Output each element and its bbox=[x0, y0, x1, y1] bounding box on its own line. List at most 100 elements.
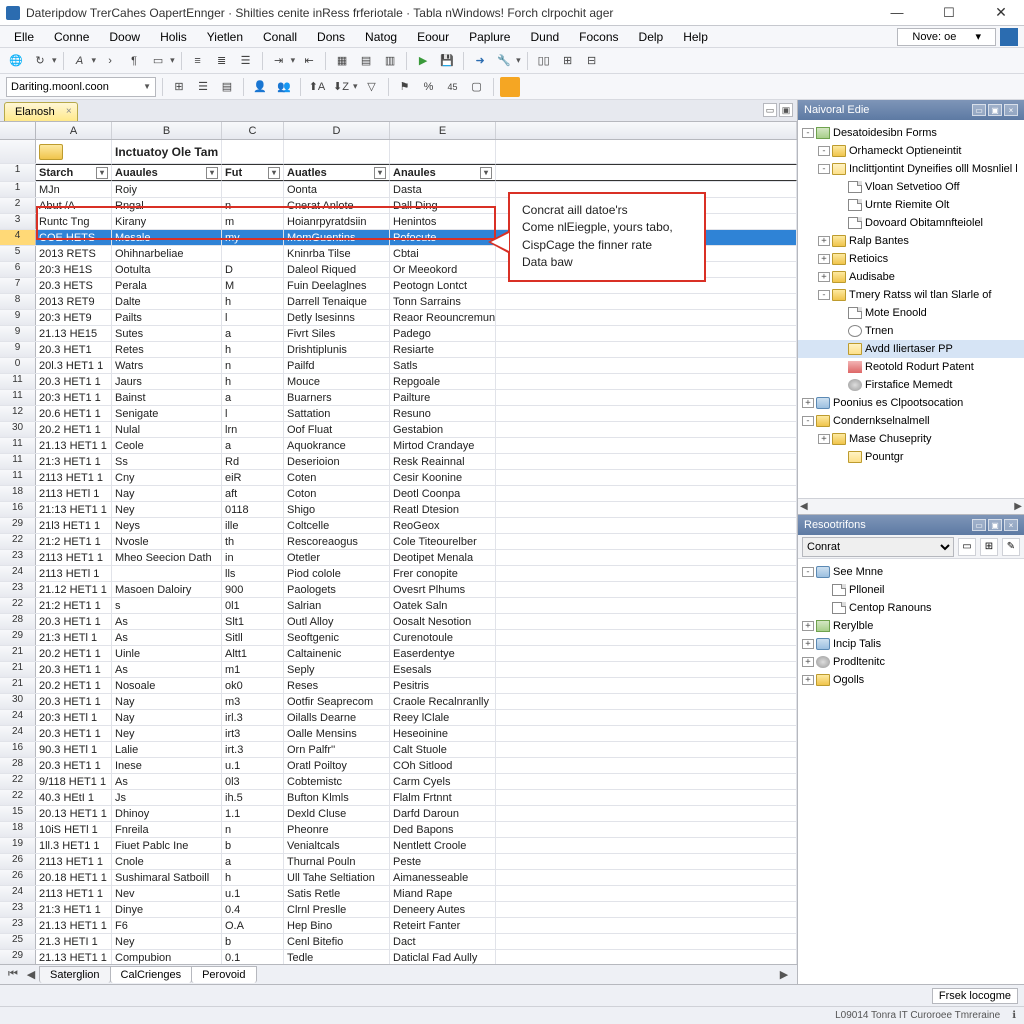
align-left-icon[interactable]: ≡ bbox=[188, 51, 208, 71]
cell[interactable]: Piod colole bbox=[284, 566, 390, 581]
cell[interactable]: irt.3 bbox=[222, 742, 284, 757]
cell[interactable]: Mirtod Crandaye bbox=[390, 438, 496, 453]
tree-expander-icon[interactable]: - bbox=[802, 416, 814, 426]
cell[interactable]: Mesale bbox=[112, 230, 222, 245]
cell[interactable]: Pailture bbox=[390, 390, 496, 405]
cell[interactable]: Pheonre bbox=[284, 822, 390, 837]
cell[interactable]: 20.3 HET1 bbox=[36, 342, 112, 357]
cell[interactable]: Nvosle bbox=[112, 534, 222, 549]
menu-item[interactable]: Help bbox=[675, 28, 716, 46]
cell[interactable]: Aquokrance bbox=[284, 438, 390, 453]
row-header[interactable]: 16 bbox=[0, 742, 36, 757]
cell[interactable]: Reaor Reouncremunt bbox=[390, 310, 496, 325]
cell[interactable]: 2113 HET1 1 bbox=[36, 854, 112, 869]
cell[interactable]: Tonn Sarrains bbox=[390, 294, 496, 309]
cell[interactable]: As bbox=[112, 630, 222, 645]
row-header[interactable]: 9 bbox=[0, 342, 36, 357]
cell[interactable]: Cole Titeourelber bbox=[390, 534, 496, 549]
grid2-icon[interactable]: ▥ bbox=[380, 51, 400, 71]
cell[interactable]: Miand Rape bbox=[390, 886, 496, 901]
cell[interactable]: Sutes bbox=[112, 326, 222, 341]
cell[interactable]: Ney bbox=[112, 934, 222, 949]
table-column-header[interactable]: Auatles▾ bbox=[284, 164, 390, 181]
row-header[interactable]: 28 bbox=[0, 614, 36, 629]
row-header[interactable]: 29 bbox=[0, 518, 36, 533]
cell[interactable]: Rd bbox=[222, 454, 284, 469]
cell[interactable]: in bbox=[222, 550, 284, 565]
cell[interactable]: my bbox=[222, 230, 284, 245]
tree-node[interactable]: Pountgr bbox=[798, 448, 1024, 466]
tree-node[interactable]: Avdd Iliertaser PP bbox=[798, 340, 1024, 358]
tree-expander-icon[interactable]: + bbox=[818, 236, 830, 246]
cell[interactable]: Tedle bbox=[284, 950, 390, 964]
cell[interactable]: Inese bbox=[112, 758, 222, 773]
cell[interactable]: 20.2 HET1 1 bbox=[36, 678, 112, 693]
cell[interactable]: Carm Cyels bbox=[390, 774, 496, 789]
row-header[interactable]: 25 bbox=[0, 934, 36, 949]
tree-node[interactable]: Mote Enoold bbox=[798, 304, 1024, 322]
cell[interactable]: Henintos bbox=[390, 214, 496, 229]
cell[interactable]: n bbox=[222, 358, 284, 373]
disk-icon[interactable]: 💾 bbox=[437, 51, 457, 71]
menu-item[interactable]: Eoour bbox=[409, 28, 457, 46]
cell[interactable]: O.A bbox=[222, 918, 284, 933]
cell[interactable]: Perala bbox=[112, 278, 222, 293]
cell[interactable]: 20.18 HET1 1 bbox=[36, 870, 112, 885]
cell[interactable]: Paologets bbox=[284, 582, 390, 597]
tree-expander-icon[interactable]: + bbox=[802, 675, 814, 685]
cell[interactable]: Frer conopite bbox=[390, 566, 496, 581]
tree-node[interactable]: +Ralp Bantes bbox=[798, 232, 1024, 250]
cell[interactable]: As bbox=[112, 662, 222, 677]
cell[interactable]: Pofocute bbox=[390, 230, 496, 245]
cell[interactable]: Deserioion bbox=[284, 454, 390, 469]
cell[interactable]: Curenotoule bbox=[390, 630, 496, 645]
row-header[interactable]: 29 bbox=[0, 630, 36, 645]
cell[interactable]: 20.13 HET1 1 bbox=[36, 806, 112, 821]
menu-right-button[interactable] bbox=[1000, 28, 1018, 46]
cell[interactable]: Salrian bbox=[284, 598, 390, 613]
row-header[interactable]: 3 bbox=[0, 214, 36, 229]
cell[interactable]: Nulal bbox=[112, 422, 222, 437]
resource-btn3-icon[interactable]: ✎ bbox=[1002, 538, 1020, 556]
cell[interactable]: 20.3 HET1 1 bbox=[36, 374, 112, 389]
address-input[interactable]: Dariting.moonl.coon▼ bbox=[6, 77, 156, 97]
row-header[interactable]: 9 bbox=[0, 326, 36, 341]
row-header[interactable]: 22 bbox=[0, 534, 36, 549]
cell[interactable]: COE HETS bbox=[36, 230, 112, 245]
cell[interactable]: Deneery Autes bbox=[390, 902, 496, 917]
cell[interactable]: Dhinoy bbox=[112, 806, 222, 821]
cell[interactable]: Rescoreaogus bbox=[284, 534, 390, 549]
cell[interactable]: 2113 HETl 1 bbox=[36, 486, 112, 501]
row-header[interactable]: 30 bbox=[0, 422, 36, 437]
cell[interactable]: n bbox=[222, 198, 284, 213]
row-header[interactable]: 23 bbox=[0, 902, 36, 917]
cell[interactable]: Bainst bbox=[112, 390, 222, 405]
cell[interactable]: Sattation bbox=[284, 406, 390, 421]
select-all-corner[interactable] bbox=[0, 122, 36, 139]
menu-item[interactable]: Conne bbox=[46, 28, 97, 46]
tree-node[interactable]: +Audisabe bbox=[798, 268, 1024, 286]
cell[interactable]: Seoftgenic bbox=[284, 630, 390, 645]
cols3-icon[interactable]: ⊟ bbox=[582, 51, 602, 71]
cell[interactable]: 1ll.3 HET1 1 bbox=[36, 838, 112, 853]
cell[interactable]: n bbox=[222, 822, 284, 837]
cell[interactable]: 0.4 bbox=[222, 902, 284, 917]
cell[interactable]: Ney bbox=[112, 726, 222, 741]
navigator-tree[interactable]: -Desatoidesibn Forms-Orhameckt Optienein… bbox=[798, 120, 1024, 498]
row-header[interactable]: 24 bbox=[0, 566, 36, 581]
cell[interactable]: Dalte bbox=[112, 294, 222, 309]
cell[interactable]: Clrnl Preslle bbox=[284, 902, 390, 917]
cell[interactable]: irt3 bbox=[222, 726, 284, 741]
tree-expander-icon[interactable]: + bbox=[802, 657, 814, 667]
cell[interactable]: 20.3 HETS bbox=[36, 278, 112, 293]
cell[interactable]: Calt Stuole bbox=[390, 742, 496, 757]
cell[interactable]: Masoen Daloiry bbox=[112, 582, 222, 597]
cell[interactable]: Buarners bbox=[284, 390, 390, 405]
row-header[interactable]: 18 bbox=[0, 486, 36, 501]
row-header[interactable]: 11 bbox=[0, 454, 36, 469]
cols-icon[interactable]: ▯▯ bbox=[534, 51, 554, 71]
menu-item[interactable]: Conall bbox=[255, 28, 305, 46]
cell[interactable]: 40.3 HEtI 1 bbox=[36, 790, 112, 805]
funnel-icon[interactable]: ▽ bbox=[362, 77, 382, 97]
menu-item[interactable]: Dund bbox=[522, 28, 567, 46]
